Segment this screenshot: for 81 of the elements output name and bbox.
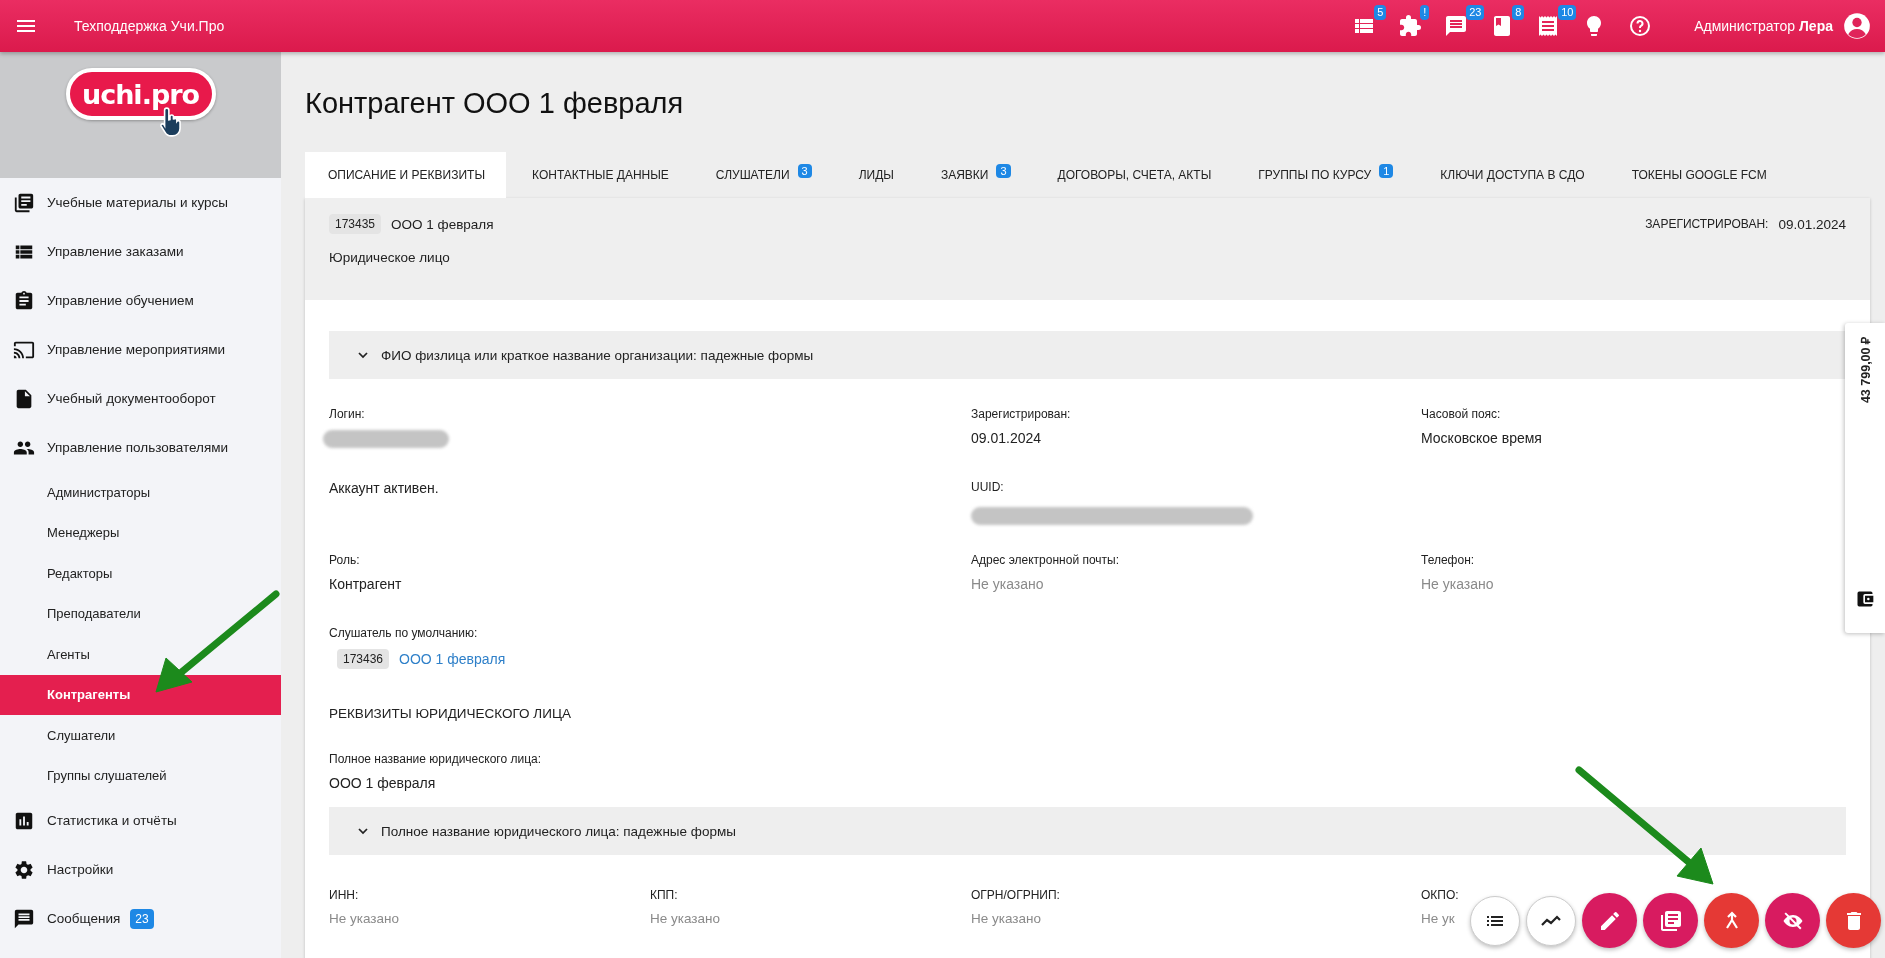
- count-badge: 23: [130, 908, 154, 929]
- field-label: UUID:: [971, 480, 1004, 494]
- tab[interactable]: ЗАЯВКИ 3: [917, 152, 1032, 198]
- sidebar-subitem[interactable]: Группы слушателей: [0, 755, 281, 796]
- page-title: Контрагент ООО 1 февраля: [305, 86, 685, 121]
- notification-badge: 5: [1374, 5, 1387, 20]
- field-label: Часовой пояс:: [1421, 407, 1501, 421]
- tab[interactable]: ЛИДЫ: [835, 152, 915, 198]
- sidebar-item[interactable]: Сообщения 23: [0, 894, 281, 943]
- registered-label: ЗАРЕГИСТРИРОВАН:: [1645, 217, 1769, 231]
- balance-amount: 43 799,00 ₽: [1857, 337, 1874, 404]
- tab[interactable]: ТОКЕНЫ GOOGLE FCM: [1608, 152, 1788, 198]
- sidebar-subitem[interactable]: Контрагенты: [0, 674, 281, 715]
- field-label: Слушатель по умолчанию:: [329, 626, 478, 640]
- field-label: ОКПО:: [1421, 888, 1459, 902]
- sidebar-item[interactable]: Учебные материалы и курсы: [0, 178, 281, 227]
- sidebar-item[interactable]: Статистика и отчёты: [0, 796, 281, 845]
- contacts-icon: [1658, 908, 1683, 933]
- field-label: КПП:: [650, 888, 678, 902]
- puzzle-icon[interactable]: [1398, 14, 1423, 38]
- notification-badge: 10: [1558, 5, 1577, 20]
- org-name: ООО 1 февраля: [391, 216, 494, 232]
- balance-panel[interactable]: 43 799,00 ₽: [1845, 323, 1885, 633]
- sidebar-subitem[interactable]: Менеджеры: [0, 512, 281, 553]
- sidebar-item[interactable]: Управление пользователями: [0, 423, 281, 472]
- field-value: Аккаунт активен.: [329, 480, 439, 496]
- field-value: Контрагент: [329, 576, 402, 592]
- tab[interactable]: КЛЮЧИ ДОСТУПА В СДО: [1417, 152, 1606, 198]
- wallet-icon: [1855, 589, 1875, 609]
- avatar-icon[interactable]: [1843, 12, 1871, 40]
- field-label: Полное название юридического лица:: [329, 752, 542, 766]
- tab[interactable]: КОНТАКТНЫЕ ДАННЫЕ: [509, 152, 690, 198]
- field-value: Не указано: [971, 911, 1041, 926]
- settings-icon: [13, 858, 35, 881]
- sidebar-item[interactable]: Управление заказами: [0, 227, 281, 276]
- field-value: Не ук: [1421, 911, 1455, 926]
- chat-icon[interactable]: [1444, 14, 1469, 38]
- sidebar-subitem[interactable]: Агенты: [0, 634, 281, 675]
- sidebar-subitem[interactable]: Администраторы: [0, 472, 281, 513]
- field-value: Не указано: [971, 576, 1044, 592]
- field-value: Не указано: [650, 911, 720, 926]
- app-title: Техподдержка Учи.Про: [74, 18, 225, 34]
- tab[interactable]: СЛУШАТЕЛИ 3: [692, 152, 833, 198]
- field-label: Логин:: [329, 407, 365, 421]
- field-label: Зарегистрирован:: [971, 407, 1071, 421]
- sidebar-item[interactable]: Учебный документооборот: [0, 374, 281, 423]
- id-chip: 173436: [337, 649, 390, 669]
- sidebar-subitem[interactable]: Преподаватели: [0, 593, 281, 634]
- section-title: РЕКВИЗИТЫ ЮРИДИЧЕСКОГО ЛИЦА: [329, 706, 572, 721]
- field-label: ОГРН/ОГРНИП:: [971, 888, 1060, 902]
- registered-date: 09.01.2024: [1778, 216, 1846, 232]
- accordion-header[interactable]: ФИО физлица или краткое название организации: падежные формы: [329, 331, 1846, 379]
- field-value: Не указано: [1421, 576, 1494, 592]
- books-icon: [13, 191, 35, 214]
- user-name[interactable]: Администратор Лера: [1694, 18, 1833, 34]
- accordion-header[interactable]: Полное название юридического лица: падежные формы: [329, 807, 1846, 855]
- field-value: Не указано: [329, 911, 399, 926]
- sidebar-item[interactable]: Управление обучением: [0, 276, 281, 325]
- sidebar-subitem[interactable]: Редакторы: [0, 553, 281, 594]
- field-label: Телефон:: [1421, 553, 1475, 567]
- listener-link[interactable]: ООО 1 февраля: [399, 651, 506, 667]
- field-label: ИНН:: [329, 888, 359, 902]
- tab[interactable]: ГРУППЫ ПО КУРСУ 1: [1235, 152, 1415, 198]
- field-value: ООО 1 февраля: [329, 775, 436, 791]
- sidebar-subitem[interactable]: Слушатели: [0, 715, 281, 756]
- field-value: Московское время: [1421, 430, 1542, 446]
- notification-badge: 8: [1512, 5, 1525, 20]
- help-icon[interactable]: [1628, 14, 1653, 38]
- tab[interactable]: ДОГОВОРЫ, СЧЕТА, АКТЫ: [1034, 152, 1233, 198]
- org-type: Юридическое лицо: [329, 250, 451, 265]
- notification-badge: 23: [1466, 5, 1485, 20]
- clipboard-icon: [13, 289, 35, 312]
- tab[interactable]: ОПИСАНИЕ И РЕКВИЗИТЫ: [305, 152, 507, 198]
- field-label: Роль:: [329, 553, 360, 567]
- id-chip: 173435: [329, 214, 382, 234]
- message-icon: [13, 907, 35, 930]
- field-label: Адрес электронной почты:: [971, 553, 1120, 567]
- sidebar-item[interactable]: Управление мероприятиями: [0, 325, 281, 374]
- sidebar-item[interactable]: Настройки: [0, 845, 281, 894]
- notification-badge: !: [1420, 5, 1430, 20]
- field-value: 09.01.2024: [971, 430, 1042, 446]
